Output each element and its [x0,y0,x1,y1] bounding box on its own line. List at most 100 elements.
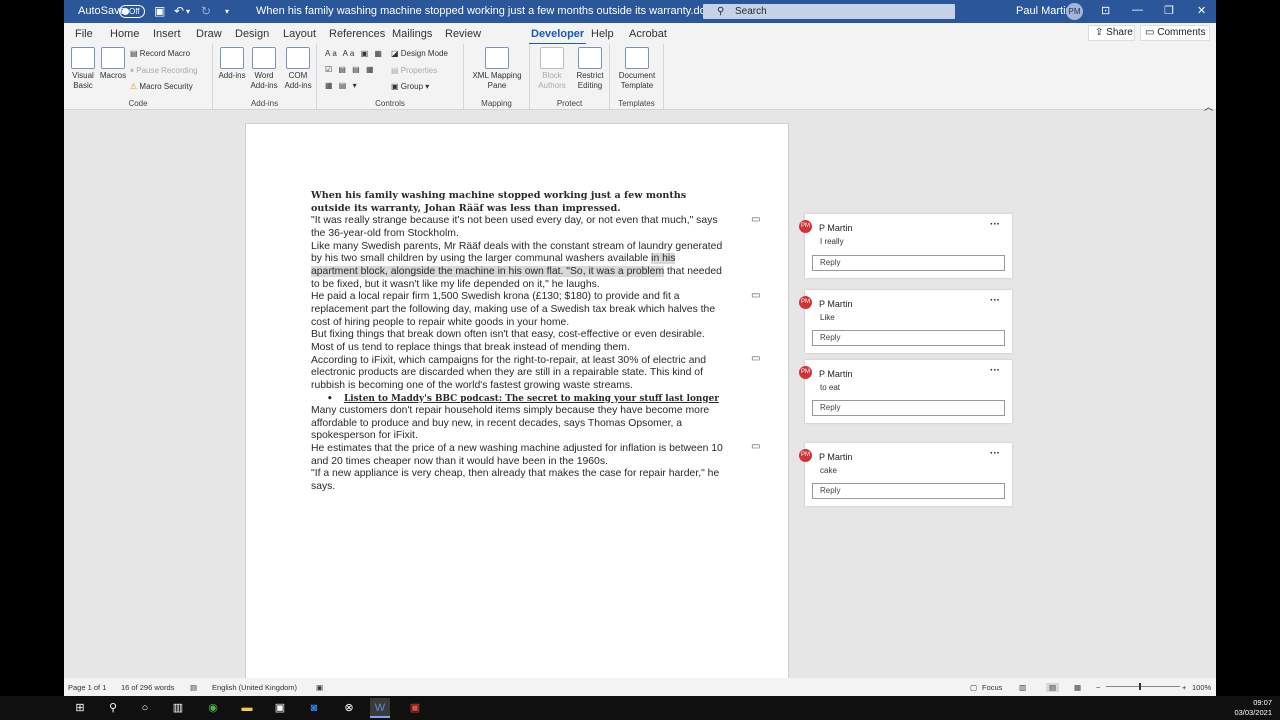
reply-input[interactable]: Reply [812,400,1005,416]
bullet-link[interactable]: Listen to Maddy's BBC podcast: The secre… [311,393,725,406]
restrict-editing-button[interactable]: Restrict Editing [572,47,608,91]
save-icon[interactable]: ▣ [154,4,165,18]
document-body[interactable]: When his family washing machine stopped … [311,190,725,494]
tab-layout[interactable]: Layout [283,28,316,40]
word-taskbar-icon[interactable]: W [370,698,390,718]
comments-button[interactable]: ▭ Comments [1140,25,1210,41]
ribbon-display-options-icon[interactable]: ⊡ [1101,4,1110,17]
redo-icon[interactable]: ↻ [201,4,211,18]
accessibility-icon[interactable]: ▣ [316,683,323,692]
windows-start-icon[interactable]: ⊞ [70,698,90,718]
collapse-ribbon-icon[interactable]: ︿ [1204,100,1213,113]
block-authors-button[interactable]: Block Authors [534,47,570,91]
file-explorer-icon[interactable]: ▬ [237,698,257,718]
xml-mapping-pane-button[interactable]: XML Mapping Pane [466,47,528,91]
group-button[interactable]: ▣ Group ▾ [391,82,429,91]
document-template-button[interactable]: Document Template [612,47,662,91]
visual-basic-button[interactable]: Visual Basic [68,47,98,91]
comment-marker-icon[interactable]: ▭ [751,290,760,301]
focus-icon[interactable]: ▢ [970,683,977,692]
cortana-icon[interactable]: ○ [135,698,155,718]
print-layout-icon[interactable]: ▤ [1046,683,1060,692]
document-heading[interactable]: When his family washing machine stopped … [311,190,725,215]
more-options-icon[interactable]: ··· [990,365,1000,376]
document-page[interactable]: When his family washing machine stopped … [245,123,789,683]
paragraph-6[interactable]: Many customers don't repair household it… [311,405,725,443]
paragraph-3[interactable]: He paid a local repair firm 1,500 Swedis… [311,291,725,329]
undo-icon[interactable]: ↶ [174,4,184,18]
zoom-slider[interactable] [1106,686,1180,687]
paragraph-4[interactable]: But fixing things that break down often … [311,329,725,354]
reply-input[interactable]: Reply [812,330,1005,346]
pause-recording-button[interactable]: ⏸ Pause Recording [130,66,198,76]
zoom-slider-thumb[interactable] [1139,683,1141,690]
comment-card[interactable]: PM P Martin ··· to eat Reply [799,360,1012,423]
task-view-icon[interactable]: ▥ [168,698,188,718]
tab-home[interactable]: Home [110,28,139,40]
more-options-icon[interactable]: ··· [990,219,1000,230]
undo-dropdown-icon[interactable]: ▾ [186,7,190,16]
tab-file[interactable]: File [75,28,93,40]
checkbox-controls-icons[interactable]: ☑ ▤ ▤ ▦ [325,65,376,74]
reply-input[interactable]: Reply [812,483,1005,499]
comment-card[interactable]: PM P Martin ··· Like Reply [799,290,1012,353]
store-icon[interactable]: ▣ [270,698,290,718]
paragraph-1[interactable]: "It was really strange because it's not … [311,215,725,240]
user-avatar[interactable]: PM [1066,3,1083,20]
read-mode-icon[interactable]: ▥ [1019,683,1026,692]
search-box[interactable]: ⚲ Search [703,4,955,19]
reply-input[interactable]: Reply [812,255,1005,271]
text-controls-icons[interactable]: Aa Aa ▣ ▦ [325,49,384,58]
tab-developer[interactable]: Developer [528,28,587,45]
zoom-in-icon[interactable]: + [1182,683,1186,692]
search-icon[interactable]: ⚲ [103,698,123,718]
tab-review[interactable]: Review [445,28,481,40]
tab-design[interactable]: Design [235,28,269,40]
minimize-icon[interactable]: — [1132,4,1143,16]
more-options-icon[interactable]: ··· [990,295,1000,306]
customize-toolbar-icon[interactable]: ▾ [225,7,229,16]
com-addins-button[interactable]: COM Add-ins [281,47,315,91]
macro-security-button[interactable]: ⚠ Macro Security [130,82,193,91]
language-indicator[interactable]: English (United Kingdom) [212,683,297,692]
addins-button[interactable]: Add-ins [217,47,247,81]
focus-button[interactable]: Focus [982,683,1002,692]
paragraph-7[interactable]: He estimates that the price of a new was… [311,443,725,468]
properties-button[interactable]: ▤ Properties [391,66,437,75]
outlook-icon[interactable]: ◙ [304,698,324,718]
zoom-level[interactable]: 100% [1192,683,1211,692]
tab-insert[interactable]: Insert [153,28,181,40]
system-clock[interactable]: 09:07 03/03/2021 [1234,698,1272,718]
paragraph-2[interactable]: Like many Swedish parents, Mr Rääf deals… [311,241,725,292]
xbox-icon[interactable]: ⊗ [339,698,359,718]
macros-button[interactable]: Macros [98,47,128,81]
comment-card[interactable]: PM P Martin ··· I really Reply [799,214,1012,278]
zoom-out-icon[interactable]: − [1096,683,1100,692]
tab-mailings[interactable]: Mailings [392,28,432,40]
proofing-icon[interactable]: ▤ [190,683,197,692]
web-layout-icon[interactable]: ▦ [1074,683,1081,692]
comment-marker-icon[interactable]: ▭ [751,353,760,364]
paragraph-5[interactable]: According to iFixit, which campaigns for… [311,355,725,393]
chrome-icon[interactable]: ◉ [203,698,223,718]
restore-icon[interactable]: ❐ [1164,4,1174,17]
user-name[interactable]: Paul Martin [1016,5,1072,17]
close-icon[interactable]: ✕ [1197,4,1206,17]
more-options-icon[interactable]: ··· [990,448,1000,459]
share-button[interactable]: ⇪ Share [1088,25,1135,41]
page-count[interactable]: Page 1 of 1 [68,683,106,692]
comment-card[interactable]: PM P Martin ··· cake Reply [799,443,1012,506]
comment-marker-icon[interactable]: ▭ [751,441,760,452]
comment-marker-icon[interactable]: ▭ [751,214,760,225]
design-mode-button[interactable]: ◪ Design Mode [391,49,448,58]
legacy-tools-icons[interactable]: ▦ ▤ ▾ [325,81,359,90]
record-macro-button[interactable]: ▤ Record Macro [130,49,190,58]
tab-draw[interactable]: Draw [196,28,222,40]
tab-acrobat[interactable]: Acrobat [629,28,667,40]
tab-help[interactable]: Help [591,28,614,40]
recorder-icon[interactable]: ▣ [405,698,425,718]
paragraph-8[interactable]: "If a new appliance is very cheap, then … [311,468,725,493]
autosave-toggle[interactable]: Off [119,5,145,18]
tab-references[interactable]: References [329,28,385,40]
word-addins-button[interactable]: Word Add-ins [247,47,281,91]
